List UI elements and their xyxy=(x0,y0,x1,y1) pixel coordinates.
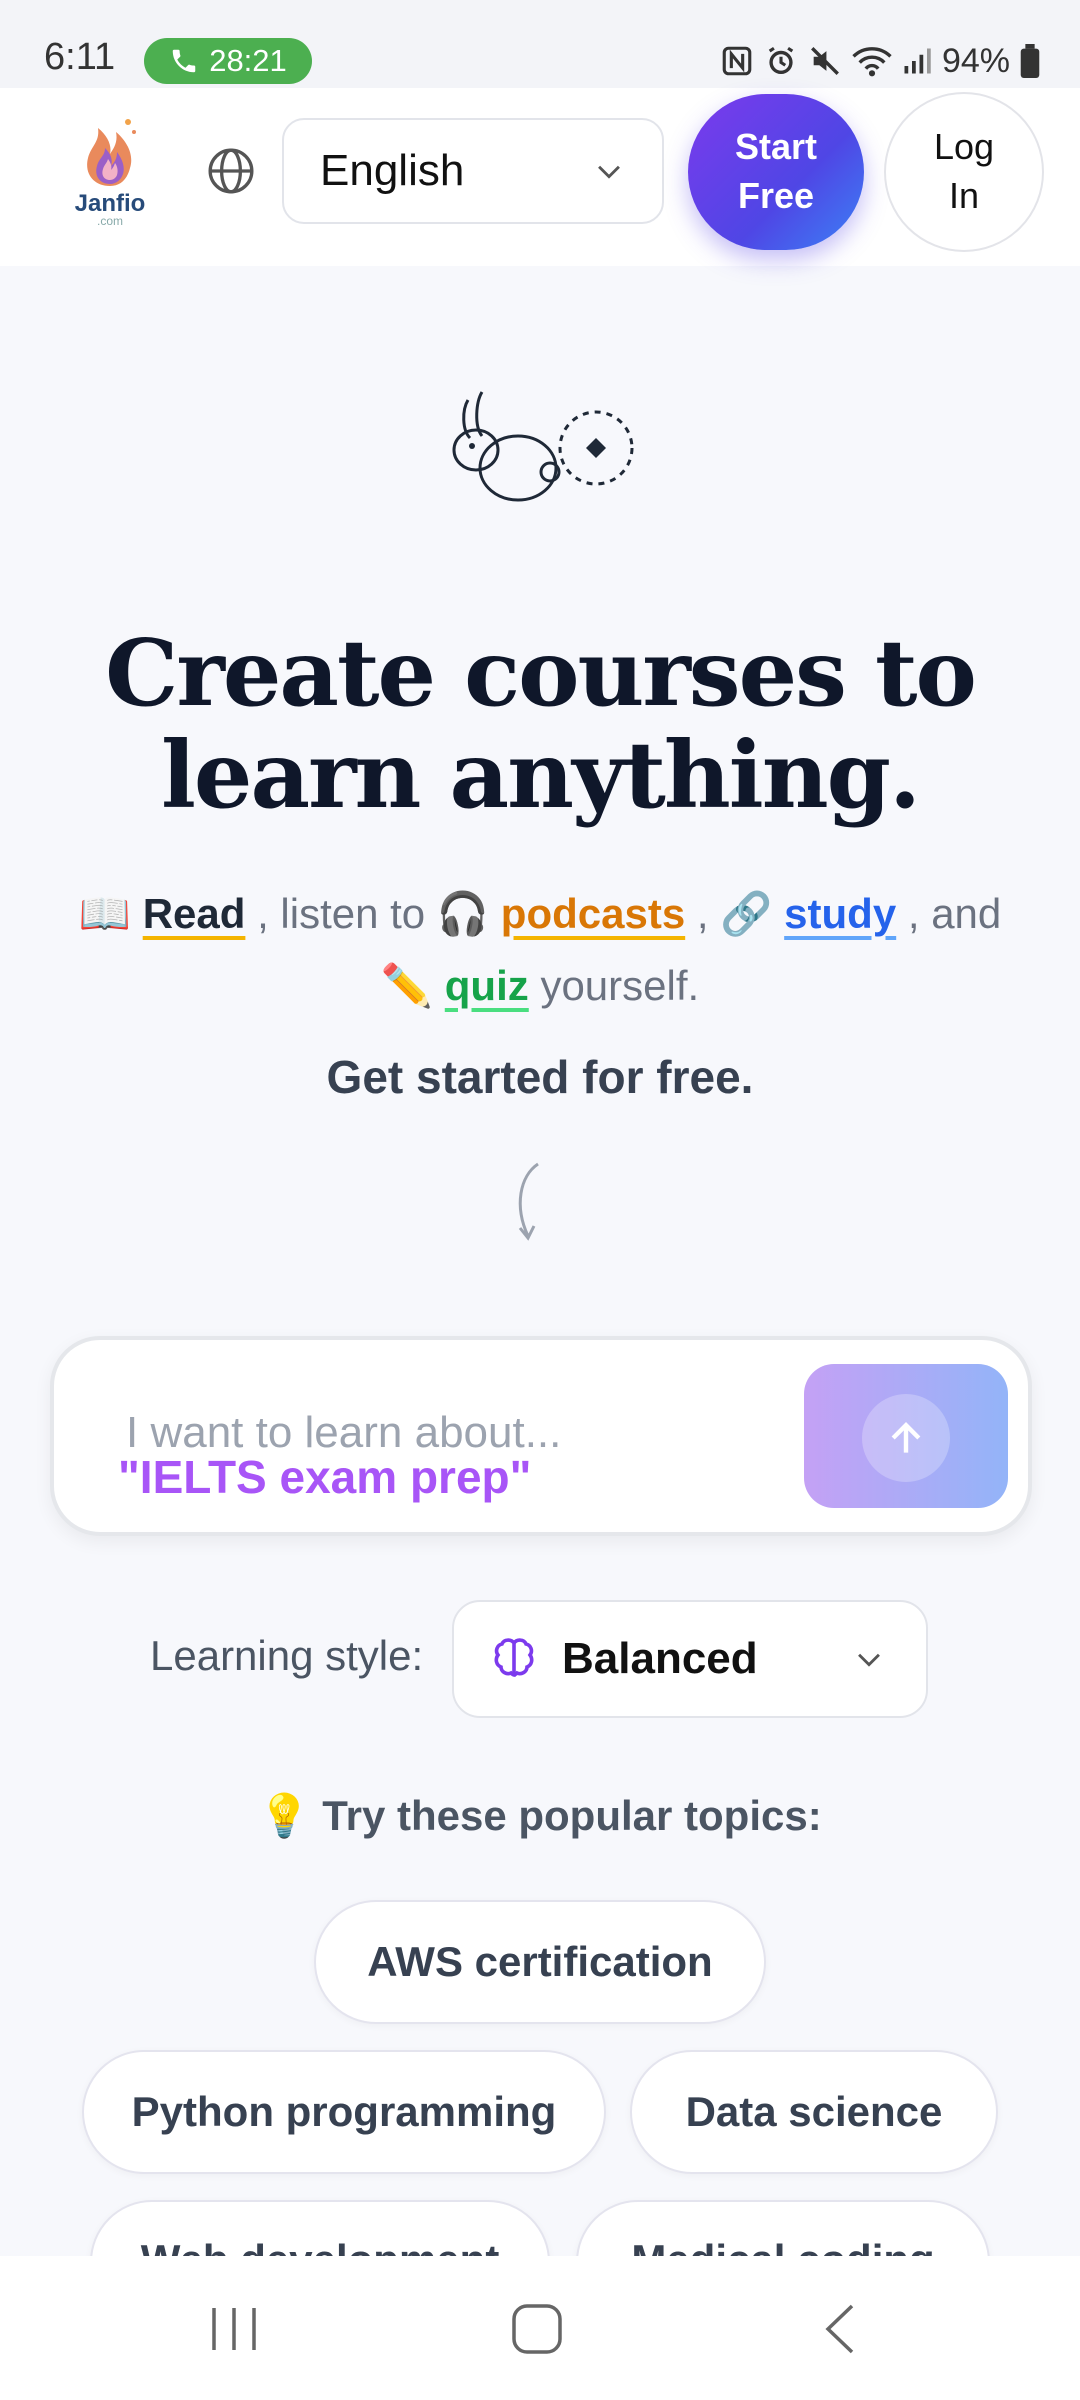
comma-text: , xyxy=(696,890,709,937)
lightbulb-icon: 💡 xyxy=(258,1792,311,1839)
logo-flame-icon xyxy=(87,119,136,186)
book-icon: 📖 xyxy=(78,890,132,937)
home-icon[interactable] xyxy=(510,2302,564,2356)
log-in-button[interactable]: Log In xyxy=(884,92,1044,252)
mute-icon xyxy=(810,47,839,75)
read-link[interactable]: Read xyxy=(143,890,246,937)
learning-style-value: Balanced xyxy=(562,1634,758,1683)
status-time: 6:11 xyxy=(44,36,116,78)
language-select[interactable]: English xyxy=(282,118,664,224)
system-nav-bar xyxy=(0,2256,1080,2400)
arrow-up-icon xyxy=(891,1422,921,1453)
nfc-icon xyxy=(722,46,752,76)
start-free-label: Start Free xyxy=(734,126,818,216)
battery-percent: 94% xyxy=(941,41,1010,80)
back-icon[interactable] xyxy=(820,2302,860,2356)
wifi-icon xyxy=(852,47,892,77)
topic-chip-aws[interactable]: AWS certification xyxy=(314,1900,766,2024)
and-text: , and xyxy=(907,890,1002,937)
status-icons: 94% xyxy=(720,38,1040,84)
hero-subline: 📖 Read , listen to 🎧 podcasts , 🔗 study … xyxy=(40,878,1040,1022)
globe-icon xyxy=(208,148,254,194)
call-duration: 28:21 xyxy=(209,43,287,78)
log-in-label: Log In xyxy=(933,126,995,216)
link-icon: 🔗 xyxy=(720,890,773,937)
rabbit-illustration-icon xyxy=(452,391,634,502)
hero-headline: Create courses to learn anything. xyxy=(105,619,977,829)
pencil-icon: ✏️ xyxy=(380,962,434,1009)
submit-circle[interactable] xyxy=(862,1394,950,1482)
get-started-text: Get started for free. xyxy=(326,1051,754,1103)
recent-apps-icon[interactable] xyxy=(206,2304,262,2354)
listen-text: , listen to xyxy=(257,890,426,937)
topic-chip-data-science[interactable]: Data science xyxy=(630,2050,998,2174)
brain-icon xyxy=(494,1638,534,1677)
language-value: English xyxy=(320,146,465,195)
curved-arrow-icon xyxy=(518,1162,539,1241)
headphones-icon: 🎧 xyxy=(436,890,490,937)
logo-domain: .com xyxy=(96,214,123,228)
learning-style-label: Learning style: xyxy=(150,1632,424,1679)
ongoing-call-pill[interactable]: 28:21 xyxy=(144,38,312,84)
popular-topics-title: Try these popular topics: xyxy=(322,1792,822,1839)
phone-icon xyxy=(172,49,196,73)
signal-icon xyxy=(904,48,931,74)
topic-example-text: "IELTS exam prep" xyxy=(118,1451,532,1503)
chevron-down-icon xyxy=(598,165,620,179)
study-link[interactable]: study xyxy=(784,890,896,937)
learning-style-select[interactable]: Balanced xyxy=(452,1600,928,1718)
yourself-text: yourself. xyxy=(540,962,700,1009)
start-free-button[interactable]: Start Free xyxy=(688,94,864,250)
chevron-down-icon xyxy=(858,1653,880,1667)
alarm-icon xyxy=(768,46,794,75)
podcasts-link[interactable]: podcasts xyxy=(501,890,685,937)
battery-icon xyxy=(1020,44,1040,78)
quiz-link[interactable]: quiz xyxy=(445,962,529,1009)
popular-topics-heading: 💡 Try these popular topics: xyxy=(40,1792,1040,1841)
topic-chip-python[interactable]: Python programming xyxy=(82,2050,606,2174)
